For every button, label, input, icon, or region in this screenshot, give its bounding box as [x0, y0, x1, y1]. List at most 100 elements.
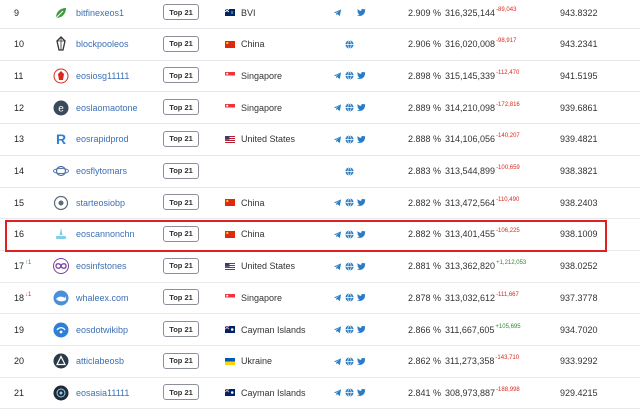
vote-percent: 2.881 % [407, 261, 441, 272]
twitter-icon[interactable] [357, 357, 366, 366]
table-row: 19 eosdotwikibp Top 21 Cayman Islands 2.866 … [0, 314, 640, 346]
country-label: Cayman Islands [241, 324, 306, 335]
telegram-icon[interactable] [333, 71, 342, 80]
telegram-icon[interactable] [333, 198, 342, 207]
eos-logo-icon [53, 29, 71, 60]
producer-name-link[interactable]: eosrapidprod [76, 124, 129, 155]
producer-name-link[interactable]: eosasia11111 [76, 377, 129, 408]
twitter-icon[interactable] [357, 135, 366, 144]
votes-delta: -111,667 [496, 291, 519, 298]
web-icon[interactable] [345, 198, 354, 207]
twitter-icon[interactable] [357, 103, 366, 112]
web-icon[interactable] [345, 356, 354, 366]
twitter-icon[interactable] [357, 293, 366, 302]
total-votes: 313,544,899 -100,659 [445, 156, 520, 187]
rank-value: 21 [14, 387, 25, 398]
rank-number: 9 [14, 0, 19, 28]
twitter-icon[interactable] [357, 325, 366, 334]
svg-text:e: e [58, 103, 64, 114]
rank-number: 18 ↓1 [14, 282, 31, 313]
reward-value: 943.8322 [560, 7, 598, 18]
producer-name-link[interactable]: bitfinexeos1 [76, 0, 124, 28]
reward-value: 929.4215 [560, 387, 598, 398]
reward-value: 939.6861 [560, 102, 598, 113]
twitter-icon[interactable] [357, 71, 366, 80]
votes-value: 313,032,612 [445, 292, 496, 303]
country-label: Singapore [241, 102, 283, 113]
twitter-icon[interactable] [357, 388, 366, 397]
web-icon[interactable] [345, 293, 354, 303]
cayman-flag-icon [225, 377, 236, 408]
votes-delta: -100,659 [496, 165, 520, 171]
vote-percent: 2.906 % [407, 39, 441, 50]
telegram-icon[interactable] [333, 262, 342, 271]
votes-delta: +1,212,053 [496, 260, 527, 267]
total-votes: 308,973,887 -188,998 [445, 377, 520, 408]
producer-name-link[interactable]: whaleex.com [76, 282, 129, 313]
planet-logo-icon [53, 156, 71, 187]
total-votes: 313,472,564 -110,490 [445, 187, 519, 218]
vote-percent: 2.883 % [407, 166, 441, 176]
vote-percent: 2.888 % [407, 134, 441, 145]
rank-value: 19 [14, 324, 25, 335]
cayman-flag-icon [225, 314, 236, 345]
rank-value: 13 [14, 134, 25, 145]
leaf-logo-icon [53, 0, 71, 28]
rank-value: 20 [14, 356, 25, 367]
social-links [333, 346, 369, 377]
country-label: Ukraine [241, 356, 273, 367]
top21-badge: Top 21 [163, 321, 199, 337]
votes-value: 313,362,820 [445, 261, 496, 272]
votes-value: 316,325,144 [445, 7, 496, 18]
reward-value: 938.3821 [560, 166, 598, 176]
table-row: 10 blockpooleos Top 21 China 2.906 % 316,020,… [0, 29, 640, 61]
producer-name-link[interactable]: starteosiobp [76, 187, 125, 218]
vote-percent: 2.878 % [407, 292, 441, 303]
highlight-box [5, 220, 607, 252]
vote-percent: 2.862 % [407, 356, 441, 367]
web-icon[interactable] [345, 103, 354, 112]
telegram-icon[interactable] [333, 293, 342, 302]
producer-name-link[interactable]: eosiosg11111 [76, 60, 129, 91]
top21-badge: Top 21 [163, 194, 199, 211]
web-icon[interactable] [345, 261, 354, 271]
web-icon[interactable] [345, 166, 354, 176]
table-row: 12 e eoslaomaotone Top 21 Singapore 2.889 % 31… [0, 92, 640, 125]
telegram-icon[interactable] [333, 325, 342, 334]
social-links [333, 124, 369, 155]
top21-badge: Top 21 [163, 35, 199, 52]
total-votes: 311,667,605 +105,695 [445, 314, 521, 345]
web-icon[interactable] [345, 39, 354, 49]
producer-name-link[interactable]: eoslaomaotone [76, 92, 138, 123]
social-links [333, 156, 369, 187]
rank-value: 12 [14, 102, 25, 113]
producer-name-link[interactable]: blockpooleos [76, 29, 129, 60]
rank-number: 20 [14, 346, 24, 377]
reward-value: 938.2403 [560, 197, 598, 208]
web-icon[interactable] [345, 388, 354, 398]
producer-name-link[interactable]: atticlabeosb [76, 346, 124, 377]
telegram-icon[interactable] [333, 8, 342, 17]
reward-value: 941.5195 [560, 70, 598, 81]
producer-name-link[interactable]: eosflytomars [76, 156, 127, 187]
reward-value: 934.7020 [560, 324, 598, 335]
votes-value: 315,145,339 [445, 70, 496, 81]
social-links [333, 92, 369, 123]
top21-badge: Top 21 [163, 257, 199, 274]
twitter-icon[interactable] [357, 8, 366, 17]
producer-name-link[interactable]: eosdotwikibp [76, 314, 128, 345]
twitter-icon[interactable] [357, 198, 366, 207]
telegram-icon[interactable] [333, 103, 342, 112]
telegram-icon[interactable] [333, 135, 342, 144]
votes-value: 308,973,887 [445, 387, 496, 398]
web-icon[interactable] [345, 325, 354, 334]
telegram-icon[interactable] [333, 357, 342, 366]
producer-name-link[interactable]: eosinfstones [76, 251, 127, 282]
web-icon[interactable] [345, 71, 354, 81]
telegram-icon[interactable] [333, 388, 342, 397]
vote-percent: 2.882 % [407, 197, 441, 208]
twitter-icon[interactable] [357, 262, 366, 271]
svg-text:R: R [56, 131, 66, 147]
country-label: United States [241, 134, 296, 145]
web-icon[interactable] [345, 135, 354, 144]
